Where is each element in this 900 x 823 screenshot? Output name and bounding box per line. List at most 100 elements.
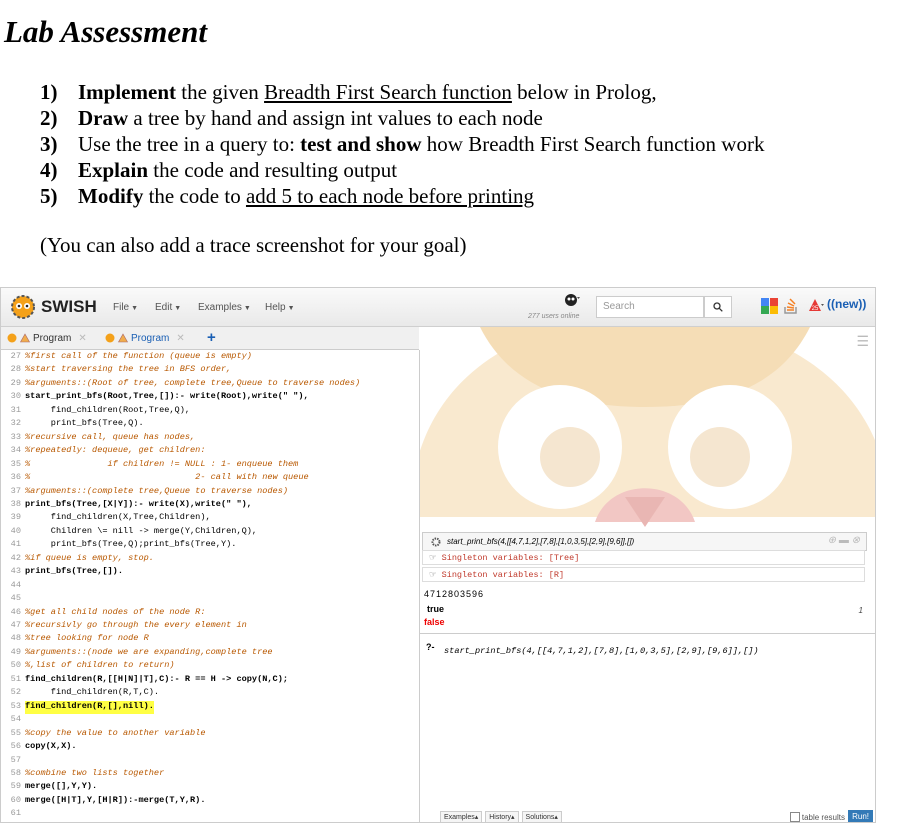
- code-text: %tree looking for node R: [25, 633, 149, 644]
- line-number: 43: [10, 566, 21, 577]
- menu-examples[interactable]: Examples ▼: [198, 302, 251, 313]
- add-tab-icon[interactable]: +: [207, 329, 216, 346]
- online-users-icon[interactable]: [562, 291, 582, 307]
- code-line[interactable]: 57: [1, 755, 419, 768]
- code-text: %arguments::(node we are expanding,compl…: [25, 646, 273, 657]
- code-line[interactable]: 58 %combine two lists together: [1, 768, 419, 781]
- close-icon[interactable]: ✕: [176, 333, 184, 344]
- run-button[interactable]: Run!: [848, 810, 873, 822]
- history-button[interactable]: History▴: [485, 811, 519, 822]
- query-output: 4712803596: [424, 589, 485, 599]
- swish-tab-icon: [7, 333, 17, 343]
- code-line[interactable]: 52 find_children(R,T,C).: [1, 687, 419, 700]
- line-number: 48: [10, 633, 21, 644]
- task-item: 5) Modify the code to add 5 to each node …: [40, 183, 764, 209]
- code-text: %,list of children to return): [25, 660, 175, 671]
- code-line[interactable]: 44: [1, 580, 419, 593]
- code-line[interactable]: 34 %repeatedly: dequeue, get children:: [1, 445, 419, 458]
- menu-help[interactable]: Help ▼: [265, 302, 295, 313]
- task-text: the code and resulting output: [148, 158, 398, 182]
- line-number: 61: [10, 808, 21, 819]
- code-text: %combine two lists together: [25, 767, 165, 778]
- task-text: Use the tree in a query to:: [78, 132, 301, 156]
- line-number: 28: [10, 364, 21, 375]
- code-line[interactable]: 53 find_children(R,[],nill).: [1, 700, 419, 714]
- owl-mascot-icon: [420, 327, 875, 527]
- code-text: copy(X,X).: [25, 741, 77, 752]
- menu-icon[interactable]: ☰: [856, 333, 869, 350]
- menu-file[interactable]: File ▼: [113, 302, 138, 313]
- code-text: find_children(Root,Tree,Q),: [25, 404, 191, 415]
- code-line[interactable]: 31 find_children(Root,Tree,Q),: [1, 405, 419, 418]
- code-line[interactable]: 38 print_bfs(Tree,[X|Y]):- write(X),write…: [1, 499, 419, 512]
- code-text: % 2- call with new queue: [25, 472, 309, 483]
- code-text: find_children(R,[],nill).: [25, 700, 154, 714]
- code-line[interactable]: 32 print_bfs(Tree,Q).: [1, 418, 419, 431]
- code-line[interactable]: 41 print_bfs(Tree,Q);print_bfs(Tree,Y).: [1, 539, 419, 552]
- code-line[interactable]: 46 %get all child nodes of the node R:: [1, 607, 419, 620]
- tab-program-2[interactable]: Program ✕: [105, 330, 185, 346]
- swish-brand[interactable]: SWISH: [41, 297, 97, 317]
- code-line[interactable]: 40 Children \= nill -> merge(Y,Children,…: [1, 526, 419, 539]
- code-line[interactable]: 42 %if queue is empty, stop.: [1, 553, 419, 566]
- code-line[interactable]: 39 find_children(X,Tree,Children),: [1, 512, 419, 525]
- code-line[interactable]: 54: [1, 714, 419, 727]
- code-line[interactable]: 33 %recursive call, queue has nodes,: [1, 432, 419, 445]
- google-scholar-icon[interactable]: [761, 298, 779, 314]
- code-text: %recursive call, queue has nodes,: [25, 431, 196, 442]
- code-line[interactable]: 55 %copy the value to another variable: [1, 728, 419, 741]
- new-badge[interactable]: ((new)): [827, 297, 866, 311]
- code-line[interactable]: 36 % 2- call with new queue: [1, 472, 419, 485]
- code-line[interactable]: 28 %start traversing the tree in BFS orde…: [1, 364, 419, 377]
- menu-edit[interactable]: Edit ▼: [155, 302, 181, 313]
- code-line[interactable]: 48 %tree looking for node R: [1, 633, 419, 646]
- code-text: %repeatedly: dequeue, get children:: [25, 445, 206, 456]
- code-line[interactable]: 47 %recursivly go through the every eleme…: [1, 620, 419, 633]
- code-line[interactable]: 29 %arguments::(Root of tree, complete tr…: [1, 378, 419, 391]
- query-controls[interactable]: ⊕ ▬ ⊗: [828, 535, 860, 546]
- code-line[interactable]: 61: [1, 808, 419, 821]
- note-text: (You can also add a trace screenshot for…: [40, 233, 467, 257]
- warning-icon: [118, 333, 128, 343]
- tab-program-1[interactable]: Program ✕: [7, 330, 87, 346]
- code-text: %if queue is empty, stop.: [25, 552, 154, 563]
- code-line[interactable]: 30 start_print_bfs(Root,Tree,[]):- write(…: [1, 391, 419, 404]
- code-line[interactable]: 60 merge([H|T],Y,[H|R]):-merge(T,Y,R).: [1, 795, 419, 808]
- code-line[interactable]: 59 merge([],Y,Y).: [1, 781, 419, 794]
- code-line[interactable]: 49 %arguments::(node we are expanding,com…: [1, 647, 419, 660]
- code-line[interactable]: 43 print_bfs(Tree,[]).: [1, 566, 419, 579]
- line-number: 52: [10, 687, 21, 698]
- task-text: the code to: [143, 184, 246, 208]
- code-editor[interactable]: 27 %first call of the function (queue is …: [1, 350, 420, 822]
- answer-true: true: [427, 604, 445, 614]
- code-line[interactable]: 27 %first call of the function (queue is …: [1, 351, 419, 364]
- query-pane[interactable]: ?- start_print_bfs(4,[[4,7,1,2],[7,8],[1…: [420, 633, 875, 822]
- query-input[interactable]: start_print_bfs(4,[[4,7,1,2],[7,8],[1,0,…: [444, 646, 759, 656]
- task-item: 4) Explain the code and resulting output: [40, 157, 764, 183]
- code-line[interactable]: 50 %,list of children to return): [1, 660, 419, 673]
- line-number: 29: [10, 377, 21, 388]
- swish-logo-icon: [11, 295, 35, 319]
- code-line[interactable]: 45: [1, 593, 419, 606]
- line-number: 54: [10, 714, 21, 725]
- code-text: %copy the value to another variable: [25, 727, 206, 738]
- examples-button[interactable]: Examples▴: [440, 811, 483, 822]
- tab-label: Program: [131, 332, 170, 344]
- line-number: 51: [10, 673, 21, 684]
- code-line[interactable]: 51 find_children(R,[[H|N]|T],C):- R == H …: [1, 674, 419, 687]
- search-input[interactable]: Search: [596, 296, 704, 318]
- search-button[interactable]: [704, 296, 732, 318]
- close-icon[interactable]: ✕: [78, 333, 86, 344]
- code-text: merge([H|T],Y,[H|R]):-merge(T,Y,R).: [25, 794, 206, 805]
- user-avatar-icon[interactable]: 25: [807, 298, 825, 314]
- code-text: find_children(R,T,C).: [25, 687, 160, 698]
- line-number: 31: [10, 404, 21, 415]
- code-line[interactable]: 37 %arguments::(complete tree,Queue to tr…: [1, 486, 419, 499]
- code-line[interactable]: 56 copy(X,X).: [1, 741, 419, 754]
- code-line[interactable]: 35 % if children != NULL : 1- enqueue the…: [1, 459, 419, 472]
- line-number: 44: [10, 579, 21, 590]
- query-header: start_print_bfs(4,[[4,7,1,2],[7,8],[1,0,…: [422, 532, 867, 551]
- swish-screenshot: SWISH File ▼ Edit ▼ Examples ▼ Help ▼ 277 us…: [0, 287, 876, 823]
- stackoverflow-icon[interactable]: [783, 297, 799, 315]
- solutions-button[interactable]: Solutions▴: [521, 811, 562, 822]
